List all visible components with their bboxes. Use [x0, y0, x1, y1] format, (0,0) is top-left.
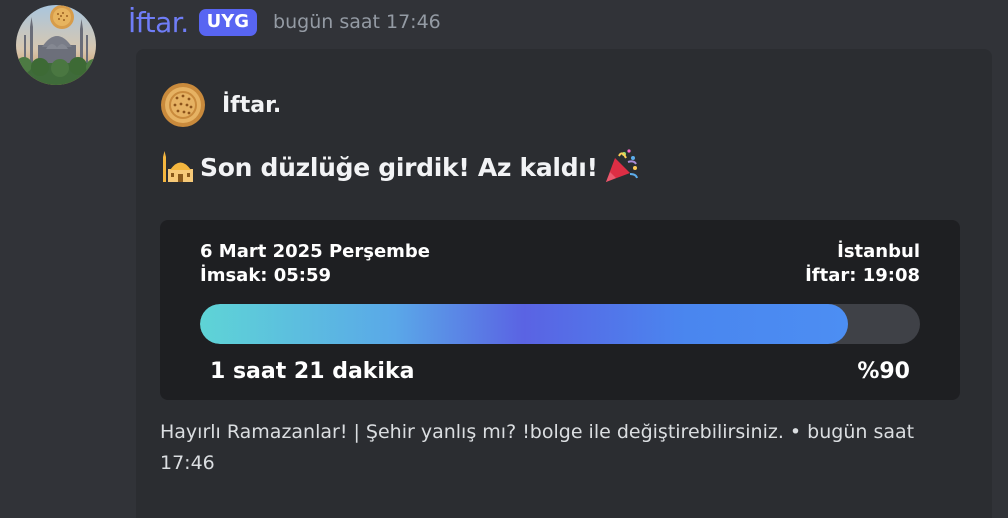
message-header: İftar. UYG bugün saat 17:46	[128, 2, 441, 42]
embed-title: Son düzlüğe girdik! Az kaldı!	[160, 145, 640, 189]
username[interactable]: İftar.	[128, 6, 189, 39]
footer-separator: •	[783, 421, 808, 443]
remaining-time: 1 saat 21 dakika	[210, 359, 415, 384]
imsak-time: İmsak: 05:59	[200, 265, 332, 286]
progress-card: 6 Mart 2025 Perşembe İmsak: 05:59 İstanb…	[160, 220, 960, 400]
mosque-emoji-icon	[163, 151, 193, 182]
message-timestamp[interactable]: bugün saat 17:46	[273, 11, 441, 33]
iftar-time: İftar: 19:08	[805, 265, 920, 286]
party-popper-emoji-icon	[605, 149, 638, 182]
embed-author: İftar.	[160, 81, 281, 129]
embed-title-text: Son düzlüğe girdik! Az kaldı!	[200, 152, 598, 182]
embed: İftar. Son düzlüğe girdik! Az kaldı! 6 M…	[136, 49, 992, 518]
avatar[interactable]	[16, 5, 96, 85]
embed-footer: Hayırlı Ramazanlar! | Şehir yanlış mı? !…	[160, 417, 940, 479]
progress-percent: %90	[857, 359, 910, 384]
embed-author-name: İftar.	[222, 92, 282, 118]
flatbread-icon	[161, 83, 205, 127]
card-info-row: 6 Mart 2025 Perşembe İmsak: 05:59 İstanb…	[200, 240, 920, 288]
card-left-info: 6 Mart 2025 Perşembe İmsak: 05:59	[200, 240, 430, 288]
card-progress-row: 1 saat 21 dakika %90	[210, 358, 910, 386]
city-label: İstanbul	[837, 241, 920, 262]
card-right-info: İstanbul İftar: 19:08	[805, 240, 920, 288]
mosque-skyline-avatar	[16, 5, 96, 85]
app-badge: UYG	[198, 8, 258, 36]
date-label: 6 Mart 2025 Perşembe	[200, 241, 431, 262]
footer-text: Hayırlı Ramazanlar! | Şehir yanlış mı? !…	[160, 421, 784, 443]
progress-bar	[200, 304, 920, 344]
progress-fill	[200, 304, 848, 344]
